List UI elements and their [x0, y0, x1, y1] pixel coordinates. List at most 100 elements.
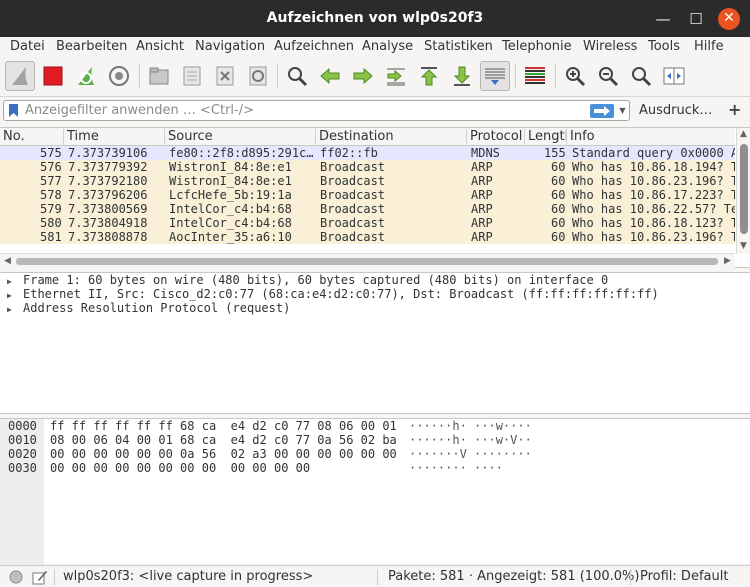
scroll-down-icon[interactable]: ▼ — [740, 241, 747, 251]
menu-datei[interactable]: Datei — [10, 39, 45, 54]
cell-no: 579 — [40, 202, 62, 216]
byte-ascii[interactable]: ······h· ···w···· — [409, 419, 532, 433]
menu-wireless[interactable]: Wireless — [583, 39, 637, 54]
table-row[interactable]: 576 7.373779392 WistronI_84:8e:e1 Broadc… — [0, 160, 735, 174]
table-row[interactable]: 580 7.373804918 IntelCor_c4:b4:68 Broadc… — [0, 216, 735, 230]
scroll-up-icon[interactable]: ▲ — [740, 129, 747, 139]
expert-info-icon[interactable] — [9, 570, 23, 584]
apply-filter-button[interactable] — [590, 104, 614, 118]
go-back-button[interactable] — [315, 61, 345, 91]
table-row[interactable]: 581 7.373808878 AocInter_35:a6:10 Broadc… — [0, 230, 735, 244]
cell-source: LcfcHefe_5b:19:1a — [169, 188, 292, 202]
close-file-icon — [216, 66, 234, 86]
go-forward-button[interactable] — [348, 61, 378, 91]
display-filter-input[interactable]: Anzeigefilter anwenden … <Ctrl-/> ▼ — [3, 100, 630, 121]
reload-icon — [249, 66, 267, 86]
byte-ascii[interactable]: ······h· ···w·V·· — [409, 433, 532, 447]
minimize-button[interactable]: — — [652, 8, 674, 30]
apply-arrow-icon — [594, 106, 610, 116]
bookmark-icon[interactable] — [8, 103, 19, 118]
go-forward-icon — [353, 67, 373, 85]
first-packet-button[interactable] — [414, 61, 444, 91]
tree-item-label: Address Resolution Protocol (request) — [23, 301, 291, 315]
auto-scroll-icon — [485, 68, 505, 85]
tree-item-ethernet[interactable]: ▶ Ethernet II, Src: Cisco_d2:c0:77 (68:ca… — [7, 287, 659, 301]
status-separator — [54, 569, 55, 585]
menu-analyse[interactable]: Analyse — [362, 39, 413, 54]
scroll-right-icon[interactable]: ▶ — [724, 256, 731, 266]
menu-navigation[interactable]: Navigation — [195, 39, 265, 54]
table-row[interactable]: 575 7.373739106 fe80::2f8:d895:291c… ff0… — [0, 146, 735, 160]
expression-button[interactable]: Ausdruck… — [639, 103, 712, 118]
cell-destination: Broadcast — [320, 174, 386, 188]
start-capture-button[interactable] — [5, 61, 35, 91]
menu-bearbeiten[interactable]: Bearbeiten — [56, 39, 127, 54]
column-header-source[interactable]: Source — [165, 129, 316, 146]
restart-capture-button[interactable] — [71, 61, 101, 91]
menu-aufzeichnen[interactable]: Aufzeichnen — [274, 39, 354, 54]
cell-destination: Broadcast — [320, 160, 386, 174]
open-file-button[interactable] — [144, 61, 174, 91]
byte-hex[interactable]: ff ff ff ff ff ff 68 ca e4 d2 c0 77 08 0… — [50, 419, 397, 433]
byte-hex[interactable]: 00 00 00 00 00 00 00 00 00 00 00 00 — [50, 461, 310, 475]
vertical-scroll-thumb[interactable] — [740, 144, 748, 234]
zoom-in-button[interactable] — [560, 61, 590, 91]
cell-time: 7.373779392 — [68, 160, 148, 174]
byte-offset: 0010 — [8, 433, 37, 447]
byte-ascii[interactable]: ········ ···· — [409, 461, 503, 475]
stop-capture-button[interactable] — [38, 61, 68, 91]
go-to-packet-button[interactable] — [381, 61, 411, 91]
expand-arrow-icon[interactable]: ▶ — [7, 303, 23, 317]
column-header-destination[interactable]: Destination — [316, 129, 467, 146]
cell-length: 60 — [551, 230, 566, 244]
last-packet-button[interactable] — [447, 61, 477, 91]
column-header-info[interactable]: Info — [567, 129, 735, 146]
capture-comment-icon[interactable] — [32, 569, 48, 585]
close-file-button[interactable] — [210, 61, 240, 91]
byte-hex[interactable]: 08 00 06 04 00 01 68 ca e4 d2 c0 77 0a 5… — [50, 433, 397, 447]
tree-item-frame[interactable]: ▶ Frame 1: 60 bytes on wire (480 bits), 6… — [7, 273, 608, 287]
column-header-protocol[interactable]: Protocol — [467, 129, 525, 146]
cell-info: Who has 10.86.17.223? Tell — [572, 188, 735, 202]
column-header-length[interactable]: Length — [525, 129, 567, 146]
tree-item-arp[interactable]: ▶ Address Resolution Protocol (request) — [7, 301, 290, 315]
byte-hex[interactable]: 00 00 00 00 00 00 0a 56 02 a3 00 00 00 0… — [50, 447, 397, 461]
tree-item-label: Ethernet II, Src: Cisco_d2:c0:77 (68:ca:… — [23, 287, 659, 301]
filter-history-dropdown[interactable]: ▼ — [617, 104, 628, 118]
packet-list-header: No. Time Source Destination Protocol Len… — [0, 128, 735, 146]
cell-no: 580 — [40, 216, 62, 230]
packet-list-horizontal-scrollbar[interactable]: ◀ ▶ — [0, 253, 735, 268]
cell-destination: Broadcast — [320, 216, 386, 230]
packet-list-vertical-scrollbar[interactable]: ▲ ▼ — [736, 128, 750, 254]
normal-size-button[interactable] — [626, 61, 656, 91]
zoom-out-button[interactable] — [593, 61, 623, 91]
scroll-left-icon[interactable]: ◀ — [4, 256, 11, 266]
horizontal-scroll-thumb[interactable] — [16, 258, 718, 265]
add-filter-button[interactable]: + — [728, 100, 741, 119]
zoom-out-icon — [599, 67, 619, 87]
toolbar-separator — [515, 64, 516, 88]
menu-statistiken[interactable]: Statistiken — [424, 39, 493, 54]
colorize-button[interactable] — [520, 61, 550, 91]
cell-source: fe80::2f8:d895:291c… — [169, 146, 314, 160]
byte-ascii[interactable]: ·······V ········ — [409, 447, 532, 461]
auto-scroll-button[interactable] — [480, 61, 510, 91]
capture-options-button[interactable] — [104, 61, 134, 91]
table-row[interactable]: 579 7.373800569 IntelCor_c4:b4:68 Broadc… — [0, 202, 735, 216]
close-window-button[interactable]: ✕ — [718, 8, 740, 30]
status-profile[interactable]: Profil: Default — [640, 569, 728, 584]
reload-button[interactable] — [243, 61, 273, 91]
resize-columns-button[interactable] — [659, 61, 689, 91]
shark-fin-start-icon — [12, 67, 28, 85]
table-row[interactable]: 577 7.373792180 WistronI_84:8e:e1 Broadc… — [0, 174, 735, 188]
save-file-button[interactable] — [177, 61, 207, 91]
column-header-no[interactable]: No. — [0, 129, 64, 146]
column-header-time[interactable]: Time — [64, 129, 165, 146]
menu-ansicht[interactable]: Ansicht — [136, 39, 184, 54]
table-row[interactable]: 578 7.373796206 LcfcHefe_5b:19:1a Broadc… — [0, 188, 735, 202]
find-packet-button[interactable] — [282, 61, 312, 91]
maximize-button[interactable]: ☐ — [685, 8, 707, 30]
menu-hilfe[interactable]: Hilfe — [694, 39, 724, 54]
menu-telephonie[interactable]: Telephonie — [502, 39, 572, 54]
menu-tools[interactable]: Tools — [648, 39, 680, 54]
